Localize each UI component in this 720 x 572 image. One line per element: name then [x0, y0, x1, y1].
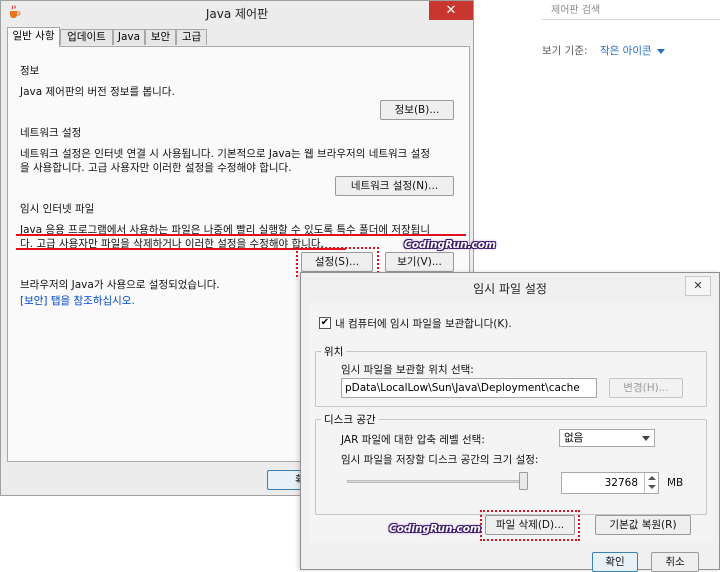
disk-space-group-label: 디스크 공간 [321, 412, 379, 427]
temp-dialog-close-button[interactable]: ✕ [685, 276, 711, 296]
tab-advanced[interactable]: 고급 [176, 29, 207, 45]
highlight-box [480, 510, 580, 541]
disk-size-label: 임시 파일을 저장할 디스크 공간의 크기 설정: [341, 454, 539, 466]
restore-defaults-button[interactable]: 기본값 복원(R) [595, 515, 691, 535]
chevron-down-icon [656, 48, 665, 54]
view-by-dropdown[interactable]: 작은 아이콘 [600, 43, 665, 58]
java-panel-titlebar: Java 제어판 ✕ [1, 1, 473, 25]
network-heading: 네트워크 설정 [20, 127, 82, 139]
disk-size-value: 32768 [604, 477, 638, 489]
change-location-button[interactable]: 변경(H)... [609, 378, 683, 398]
temp-files-heading: 임시 인터넷 파일 [20, 203, 95, 215]
tab-general[interactable]: 일반 사항 [7, 27, 60, 47]
compression-value: 없음 [564, 432, 584, 444]
temp-view-button[interactable]: 보기(V)... [385, 252, 454, 272]
spinner-down-icon[interactable] [648, 485, 656, 489]
compression-level-select[interactable]: 없음 [559, 429, 655, 447]
disk-size-unit: MB [667, 477, 684, 489]
disk-size-spinner[interactable]: 32768 [561, 472, 659, 494]
info-description: Java 제어판의 버전 정보를 봅니다. [20, 86, 175, 98]
network-description-line2: 을 사용합니다. 고급 사용자만 이러한 설정을 수정해야 합니다. [20, 162, 292, 174]
network-description-line1: 네트워크 설정은 인터넷 연결 시 사용됩니다. 기본적으로 Java는 웹 브… [20, 148, 430, 160]
location-group-label: 위치 [321, 344, 347, 359]
browser-status-text: 브라우저의 Java가 사용으로 설정되었습니다. [20, 279, 220, 291]
keep-temp-files-label: 내 컴퓨터에 임시 파일을 보관합니다(K). [335, 318, 512, 330]
disk-size-slider-track[interactable] [347, 480, 527, 483]
disk-size-slider-thumb[interactable] [519, 472, 529, 490]
keep-temp-files-checkbox[interactable]: ✔ [319, 317, 331, 329]
chevron-down-icon [642, 436, 650, 441]
java-panel-title: Java 제어판 [205, 7, 269, 21]
info-heading: 정보 [20, 65, 40, 77]
location-label: 임시 파일을 보관할 위치 선택: [341, 364, 474, 376]
spinner-up-icon[interactable] [648, 476, 656, 480]
spinner-buttons[interactable] [644, 473, 658, 493]
java-panel-close-button[interactable]: ✕ [429, 1, 473, 20]
temp-dialog-ok-button[interactable]: 확인 [592, 552, 638, 572]
view-by-label: 보기 기준: [542, 45, 588, 57]
temp-dialog-content: ✔ 내 컴퓨터에 임시 파일을 보관합니다(K). 위치 임시 파일을 보관할 … [309, 303, 713, 543]
control-panel-background [474, 0, 720, 280]
about-button[interactable]: 정보(B)... [380, 100, 454, 120]
temp-dialog-cancel-button[interactable]: 취소 [651, 552, 699, 572]
network-settings-button[interactable]: 네트워크 설정(N)... [335, 176, 454, 196]
temp-dialog-title: 임시 파일 설정 [473, 282, 547, 296]
codingrun-watermark: CodingRun.com [404, 239, 496, 251]
location-field: pData\LocalLow\Sun\Java\Deployment\cache [341, 378, 597, 398]
tab-update[interactable]: 업데이트 [60, 29, 113, 45]
temp-files-settings-dialog: 임시 파일 설정 ✕ ✔ 내 컴퓨터에 임시 파일을 보관합니다(K). 위치 … [300, 272, 720, 572]
security-tab-link[interactable]: [보안] 탭을 참조하십시오. [20, 293, 135, 308]
tab-security[interactable]: 보안 [145, 29, 176, 45]
control-panel-search-input[interactable]: 제어판 검색 [542, 0, 720, 20]
codingrun-watermark: CodingRun.com [389, 523, 481, 535]
tab-java[interactable]: Java [113, 29, 145, 45]
view-by-value: 작은 아이콘 [600, 45, 652, 57]
highlight-underline [16, 234, 466, 236]
compression-label: JAR 파일에 대한 압축 레벨 선택: [341, 434, 485, 446]
